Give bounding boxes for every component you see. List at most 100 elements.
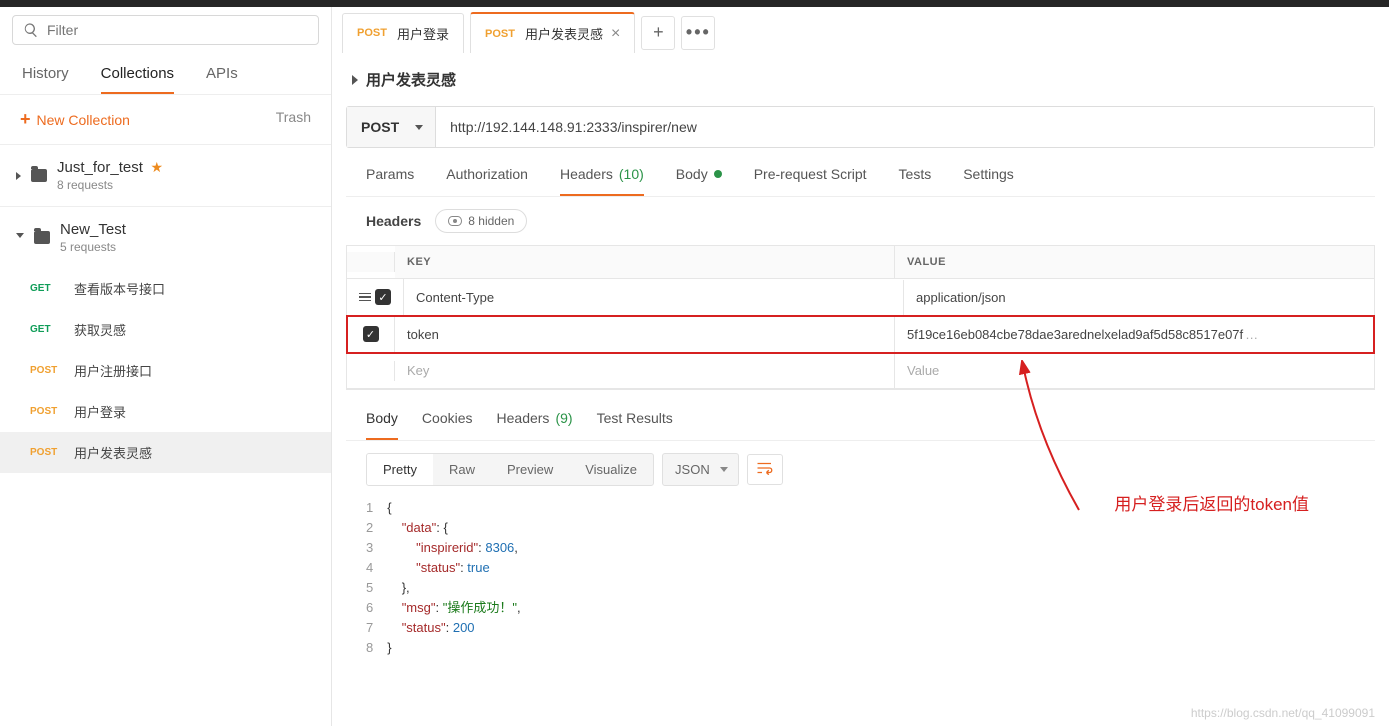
request-item[interactable]: POST用户发表灵感 xyxy=(0,432,331,473)
resp-headers[interactable]: Headers (9) xyxy=(497,410,573,440)
tab-headers[interactable]: Headers(10) xyxy=(560,166,644,196)
header-value[interactable]: 5f19ce16eb084cbe78dae3arednelxelad9af5d5… xyxy=(895,317,1374,352)
method-badge: POST xyxy=(357,27,389,39)
headers-heading: Headers 8 hidden xyxy=(346,197,1375,245)
tab-options-button[interactable]: ••• xyxy=(681,16,715,50)
request-item[interactable]: POST 用户登录 xyxy=(0,391,331,432)
header-key-placeholder[interactable]: Key xyxy=(395,353,895,388)
nav-history[interactable]: History xyxy=(22,65,69,94)
header-value[interactable]: application/json xyxy=(904,280,1374,315)
main-panel: POST 用户登录 POST 用户发表灵感 × + ••• 用户发表灵感 POS… xyxy=(332,0,1389,726)
wrap-button[interactable] xyxy=(747,454,783,485)
tab-count: (10) xyxy=(619,166,644,182)
header-key[interactable]: token xyxy=(395,317,895,352)
request-name: 获取灵感 xyxy=(74,320,126,339)
collection-sub: 5 requests xyxy=(60,240,126,254)
method-badge: POST xyxy=(485,28,517,40)
tab-title: 用户发表灵感 xyxy=(525,24,603,43)
search-icon xyxy=(23,22,39,38)
dot-indicator-icon xyxy=(714,170,722,178)
new-collection-button[interactable]: + New Collection xyxy=(20,109,130,130)
tabs-row: POST 用户登录 POST 用户发表灵感 × + ••• xyxy=(332,12,1389,53)
tab-params[interactable]: Params xyxy=(366,166,414,196)
line-gutter: 12345678 xyxy=(366,498,387,658)
folder-icon xyxy=(31,169,47,182)
method-badge: POST xyxy=(30,365,62,376)
headers-table: KEY VALUE ✓ Content-Type application/jso… xyxy=(346,245,1375,390)
collection-name: Just_for_test xyxy=(57,159,143,176)
nav-apis[interactable]: APIs xyxy=(206,65,238,94)
tab-settings[interactable]: Settings xyxy=(963,166,1014,196)
table-row-new[interactable]: Key Value xyxy=(347,353,1374,389)
caret-down-icon xyxy=(16,233,24,242)
wrap-icon xyxy=(756,461,774,475)
collection-header[interactable]: Just_for_test ★ 8 requests xyxy=(0,145,331,206)
watermark: https://blog.csdn.net/qq_41099091 xyxy=(1191,706,1375,720)
nav-collections[interactable]: Collections xyxy=(101,65,174,94)
tab-tests[interactable]: Tests xyxy=(899,166,932,196)
sidebar: History Collections APIs + New Collectio… xyxy=(0,0,332,726)
tab-body[interactable]: Body xyxy=(676,166,722,196)
hidden-toggle[interactable]: 8 hidden xyxy=(435,209,527,233)
url-bar: POST http://192.144.148.91:2333/inspirer… xyxy=(346,106,1375,148)
view-bar: Pretty Raw Preview Visualize JSON xyxy=(346,441,1375,498)
format-select[interactable]: JSON xyxy=(662,453,739,486)
method-select[interactable]: POST xyxy=(347,107,436,147)
method-badge: GET xyxy=(30,283,62,294)
caret-right-icon xyxy=(352,75,358,85)
header-key[interactable]: Content-Type xyxy=(404,280,904,315)
tab-title: 用户登录 xyxy=(397,24,449,43)
json-content[interactable]: { "data": { "inspirerid": 8306, "status"… xyxy=(387,498,520,658)
collection-sub: 8 requests xyxy=(57,178,163,192)
tab-prerequest[interactable]: Pre-request Script xyxy=(754,166,867,196)
trash-link[interactable]: Trash xyxy=(276,109,311,130)
tab-user-login[interactable]: POST 用户登录 xyxy=(342,13,464,53)
resp-cookies[interactable]: Cookies xyxy=(422,410,473,440)
response-body: 12345678 { "data": { "inspirerid": 8306,… xyxy=(332,498,1389,678)
request-title-row[interactable]: 用户发表灵感 xyxy=(332,53,1389,106)
request-item[interactable]: GET获取灵感 xyxy=(0,309,331,350)
table-row[interactable]: ✓ Content-Type application/json xyxy=(347,279,1374,316)
view-visualize[interactable]: Visualize xyxy=(569,454,653,485)
request-item[interactable]: GET查看版本号接口 xyxy=(0,268,331,309)
new-tab-button[interactable]: + xyxy=(641,16,675,50)
view-mode-group: Pretty Raw Preview Visualize xyxy=(366,453,654,486)
table-row-token[interactable]: ✓ token 5f19ce16eb084cbe78dae3arednelxel… xyxy=(347,316,1374,353)
col-key: KEY xyxy=(395,246,895,278)
filter-input[interactable] xyxy=(47,22,308,38)
filter-input-wrap[interactable] xyxy=(12,15,319,45)
request-item[interactable]: POST 用户注册接口 xyxy=(0,350,331,391)
resp-tests[interactable]: Test Results xyxy=(597,410,673,440)
caret-right-icon xyxy=(16,172,21,180)
close-icon[interactable]: × xyxy=(611,25,620,43)
method-badge: POST xyxy=(30,406,62,417)
resp-headers-label: Headers xyxy=(497,410,550,426)
view-preview[interactable]: Preview xyxy=(491,454,569,485)
dots-icon: ••• xyxy=(686,22,711,43)
request-name: 用户登录 xyxy=(74,402,126,421)
header-value-placeholder[interactable]: Value xyxy=(895,353,1374,388)
view-raw[interactable]: Raw xyxy=(433,454,491,485)
url-input[interactable]: http://192.144.148.91:2333/inspirer/new xyxy=(436,107,1374,147)
collection-just-for-test: Just_for_test ★ 8 requests xyxy=(0,144,331,206)
request-title: 用户发表灵感 xyxy=(366,69,456,90)
view-pretty[interactable]: Pretty xyxy=(367,454,433,485)
eye-icon xyxy=(448,216,462,226)
collection-name: New_Test xyxy=(60,221,126,238)
request-name: 用户注册接口 xyxy=(74,361,152,380)
headers-label: Headers xyxy=(366,213,421,229)
request-name: 用户发表灵感 xyxy=(74,443,152,462)
tab-label: Body xyxy=(676,166,708,182)
hidden-count: 8 hidden xyxy=(468,214,514,228)
resp-headers-count: (9) xyxy=(555,410,572,426)
resp-body[interactable]: Body xyxy=(366,410,398,440)
drag-handle-icon[interactable] xyxy=(359,293,371,302)
collection-header[interactable]: New_Test 5 requests xyxy=(0,207,331,268)
checkbox[interactable]: ✓ xyxy=(375,289,391,305)
tab-publish-inspiration[interactable]: POST 用户发表灵感 × xyxy=(470,12,635,53)
checkbox[interactable]: ✓ xyxy=(363,326,379,342)
col-value: VALUE xyxy=(895,246,1374,278)
app-root: History Collections APIs + New Collectio… xyxy=(0,0,1389,726)
tab-authorization[interactable]: Authorization xyxy=(446,166,528,196)
star-icon: ★ xyxy=(151,159,164,175)
